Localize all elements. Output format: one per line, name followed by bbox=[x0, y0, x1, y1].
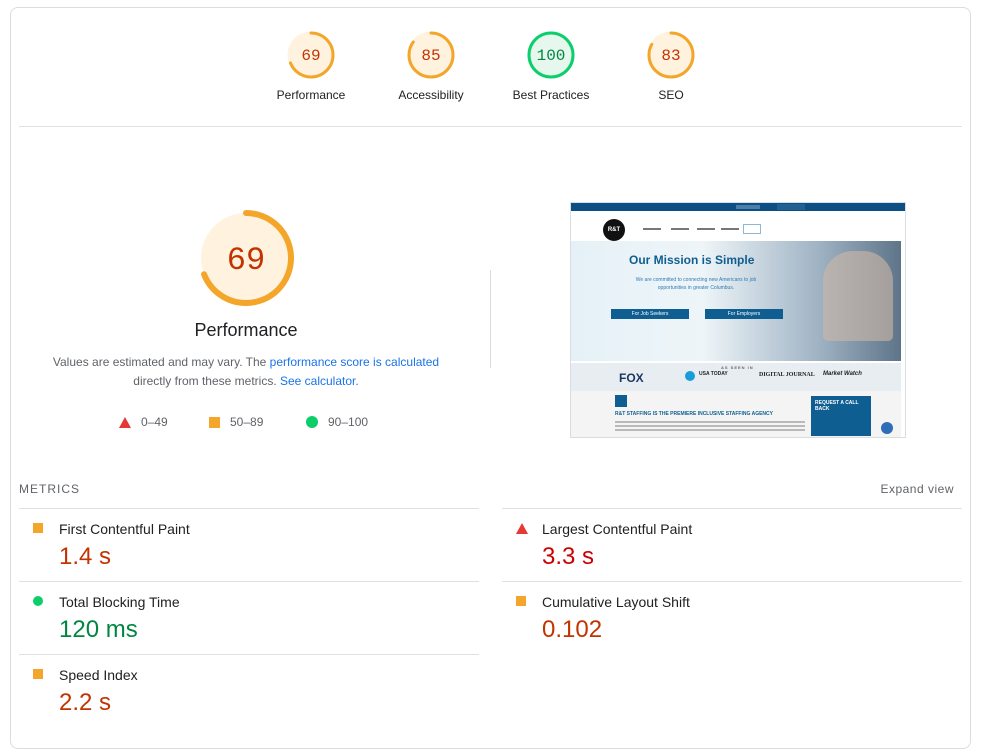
site-press-strip: AS SEEN IN FOX USA TODAY DIGITAL JOURNAL… bbox=[571, 363, 901, 391]
hero-text: We are committed to connecting new Ameri… bbox=[635, 277, 757, 291]
expand-view-toggle[interactable]: Expand view bbox=[880, 482, 954, 496]
average-square-icon bbox=[209, 416, 220, 428]
gauge-seo-score: 83 bbox=[661, 47, 680, 65]
metric-name: Cumulative Layout Shift bbox=[542, 594, 690, 610]
performance-big-score: 69 bbox=[227, 242, 265, 279]
summary-divider bbox=[490, 270, 491, 368]
fail-triangle-icon bbox=[119, 416, 131, 428]
metric-value: 2.2 s bbox=[59, 689, 112, 716]
see-calculator-link[interactable]: See calculator bbox=[280, 374, 355, 388]
metric-name: First Contentful Paint bbox=[59, 521, 190, 537]
legend-pass-range: 90–100 bbox=[328, 415, 369, 429]
category-gauges: 69 Performance 85 Accessibility 100 Best… bbox=[11, 8, 970, 128]
usa-today-text: USA TODAY bbox=[699, 371, 728, 377]
legend-average-range: 50–89 bbox=[230, 415, 264, 429]
pass-circle-icon bbox=[33, 596, 43, 606]
metric-speed-index: Speed Index 2.2 s bbox=[19, 654, 479, 727]
hero-image bbox=[823, 251, 893, 341]
average-square-icon bbox=[33, 669, 43, 679]
market-watch-logo: Market Watch bbox=[823, 371, 862, 377]
fox-logo: FOX bbox=[619, 371, 644, 385]
desc-text-2: directly from these metrics. bbox=[133, 374, 280, 388]
desc-text-1: Values are estimated and may vary. The bbox=[52, 355, 270, 369]
gauge-best-practices[interactable]: 100 Best Practices bbox=[501, 30, 601, 102]
legend-average: 50–89 bbox=[209, 415, 263, 429]
metrics-heading: METRICS bbox=[19, 482, 80, 496]
request-callback-box: REQUEST A CALL BACK bbox=[811, 396, 871, 436]
gauge-performance-label: Performance bbox=[276, 88, 346, 102]
gauge-seo-label: SEO bbox=[658, 88, 684, 102]
metric-total-blocking-time: Total Blocking Time 120 ms bbox=[19, 581, 479, 654]
site-logo: R&T bbox=[603, 219, 625, 241]
legend-pass: 90–100 bbox=[306, 415, 368, 429]
gauge-best-practices-score: 100 bbox=[537, 47, 566, 65]
metric-largest-contentful-paint: Largest Contentful Paint 3.3 s bbox=[502, 508, 962, 581]
usa-today-logo-icon bbox=[685, 371, 695, 381]
external-link-icon bbox=[615, 395, 627, 407]
final-screenshot-thumbnail[interactable]: R&T Our Mission is Simple We are committ… bbox=[570, 202, 906, 438]
hero-title: Our Mission is Simple bbox=[629, 253, 755, 267]
digital-journal-logo: DIGITAL JOURNAL bbox=[759, 372, 815, 378]
fail-triangle-icon bbox=[516, 523, 528, 534]
performance-description: Values are estimated and may vary. The p… bbox=[11, 353, 481, 391]
gauge-seo-ring: 83 bbox=[647, 31, 695, 79]
legend-fail-range: 0–49 bbox=[141, 415, 168, 429]
metric-value: 0.102 bbox=[542, 616, 603, 643]
gauge-accessibility-score: 85 bbox=[421, 47, 440, 65]
average-square-icon bbox=[33, 523, 43, 533]
performance-title: Performance bbox=[194, 320, 298, 340]
site-lower-section: R&T STAFFING IS THE PREMIERE INCLUSIVE S… bbox=[571, 391, 901, 437]
metric-value: 3.3 s bbox=[542, 543, 595, 570]
gauges-divider bbox=[19, 126, 962, 127]
metric-name: Total Blocking Time bbox=[59, 594, 180, 610]
metric-first-contentful-paint: First Contentful Paint 1.4 s bbox=[19, 508, 479, 581]
metric-cumulative-layout-shift: Cumulative Layout Shift 0.102 bbox=[502, 581, 962, 654]
gauge-best-practices-ring: 100 bbox=[527, 31, 575, 79]
metric-value: 1.4 s bbox=[59, 543, 112, 570]
pass-circle-icon bbox=[306, 416, 318, 428]
as-seen-in: AS SEEN IN bbox=[721, 365, 754, 370]
chat-bubble-icon bbox=[881, 422, 893, 434]
performance-big-gauge: 69 bbox=[198, 210, 294, 306]
gauge-performance[interactable]: 69 Performance bbox=[261, 30, 361, 102]
gauge-best-practices-label: Best Practices bbox=[512, 88, 590, 102]
site-job-seekers-button: For Job Seekers bbox=[611, 309, 689, 319]
gauge-seo[interactable]: 83 SEO bbox=[621, 30, 721, 102]
site-nav: R&T bbox=[571, 211, 905, 241]
desc-period: . bbox=[355, 374, 359, 388]
average-square-icon bbox=[516, 596, 526, 606]
site-employers-button: For Employers bbox=[705, 309, 783, 319]
site-top-bar bbox=[571, 203, 905, 211]
gauge-accessibility-label: Accessibility bbox=[398, 88, 464, 102]
gauge-accessibility[interactable]: 85 Accessibility bbox=[381, 30, 481, 102]
score-calculated-link[interactable]: performance score is calculated bbox=[270, 355, 439, 369]
agency-text-lines bbox=[615, 421, 805, 423]
gauge-performance-ring: 69 bbox=[287, 31, 335, 79]
report-card: 69 Performance 85 Accessibility 100 Best… bbox=[10, 7, 971, 749]
site-hero: Our Mission is Simple We are committed t… bbox=[571, 241, 901, 361]
performance-summary: 69 Performance Values are estimated and … bbox=[11, 208, 481, 391]
gauge-accessibility-ring: 85 bbox=[407, 31, 455, 79]
agency-heading: R&T STAFFING IS THE PREMIERE INCLUSIVE S… bbox=[615, 411, 773, 417]
legend-fail: 0–49 bbox=[119, 415, 168, 429]
metric-value: 120 ms bbox=[59, 616, 138, 643]
metric-name: Largest Contentful Paint bbox=[542, 521, 693, 537]
metric-name: Speed Index bbox=[59, 667, 138, 683]
gauge-performance-score: 69 bbox=[301, 47, 320, 65]
